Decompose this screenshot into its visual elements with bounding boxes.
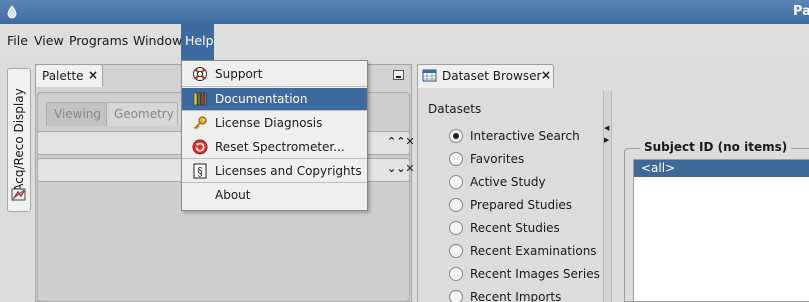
datasets-header: Datasets [428,102,482,116]
title-bar [0,0,809,24]
help-menu-item-label: Licenses and Copyrights [215,164,362,178]
dataset-option-label: Recent Studies [470,221,560,235]
radio-icon[interactable] [449,221,463,235]
subject-id-title: Subject ID (no items) [640,140,792,154]
app-logo-icon [4,4,20,20]
help-menu-item-licenses-and-copyrights[interactable]: § Licenses and Copyrights [182,160,367,182]
palette-tab-label: Palette [42,69,84,83]
help-menu-item-reset-spectrometer[interactable]: Reset Spectrometer... [182,136,367,158]
key-icon [192,115,208,131]
dataset-option-label: Recent Imports [470,290,562,302]
menu-help[interactable]: Help [185,33,214,49]
expand-close-controls[interactable]: ⌄⌄✕ [387,162,415,175]
menu-window[interactable]: Window [133,33,182,49]
expand-right-arrow-icon[interactable]: ▶ [604,136,609,144]
acq-reco-display-label: Acq/Reco Display [12,88,26,192]
dataset-browser-close-icon[interactable]: × [541,68,551,82]
dataset-option-label: Interactive Search [470,129,580,143]
collapse-close-controls[interactable]: ⌃⌃✕ [387,135,415,148]
pane-splitter[interactable] [603,91,612,302]
menu-view[interactable]: View [34,33,64,49]
dataset-browser-tab-label: Dataset Browser [442,69,542,83]
dataset-option-label: Favorites [470,152,525,166]
dataset-option-label: Active Study [470,175,546,189]
menu-separator [182,110,367,111]
menu-separator [182,86,367,87]
help-menu-item-support[interactable]: Support [182,63,367,85]
radio-icon[interactable] [449,290,463,302]
radio-icon[interactable] [449,244,463,258]
table-icon [422,68,437,83]
help-menu-item-documentation[interactable]: Documentation [182,88,367,110]
palette-close-icon[interactable]: × [88,68,98,82]
help-menu-item-label: Support [215,67,263,81]
subject-list-item-all[interactable]: <all> [634,160,809,177]
help-menu-item-label: About [215,188,251,202]
radio-icon[interactable] [449,175,463,189]
radio-selected-icon[interactable] [449,129,463,143]
help-menu-item-label: License Diagnosis [215,116,323,130]
radio-icon[interactable] [449,198,463,212]
dataset-option-label: Prepared Studies [470,198,573,212]
dataset-option-label: Recent Examinations [470,244,597,258]
radio-icon[interactable] [449,152,463,166]
radio-icon[interactable] [449,267,463,281]
tab-viewing[interactable]: Viewing [46,102,110,126]
books-icon [192,91,208,107]
menu-separator [182,158,367,159]
minimize-icon[interactable] [393,70,404,80]
help-menu-item-about[interactable]: About [182,184,367,206]
display-icon [10,186,28,204]
window-title: Pa [793,4,809,19]
collapse-left-arrow-icon[interactable]: ◀ [604,124,609,132]
reset-icon [192,139,208,155]
section-sign-icon: § [192,163,208,179]
menu-file[interactable]: File [7,33,28,49]
help-menu-item-label: Reset Spectrometer... [215,140,345,154]
subject-id-list[interactable] [633,159,809,302]
tab-geometry[interactable]: Geometry [106,102,182,126]
dataset-option-label: Recent Images Series [470,267,600,281]
menu-separator [182,182,367,183]
help-menu-item-label: Documentation [215,92,308,106]
lifebuoy-icon [192,66,208,82]
svg-text:§: § [197,165,203,178]
help-menu-item-license-diagnosis[interactable]: License Diagnosis [182,112,367,134]
menu-programs[interactable]: Programs [69,33,128,49]
